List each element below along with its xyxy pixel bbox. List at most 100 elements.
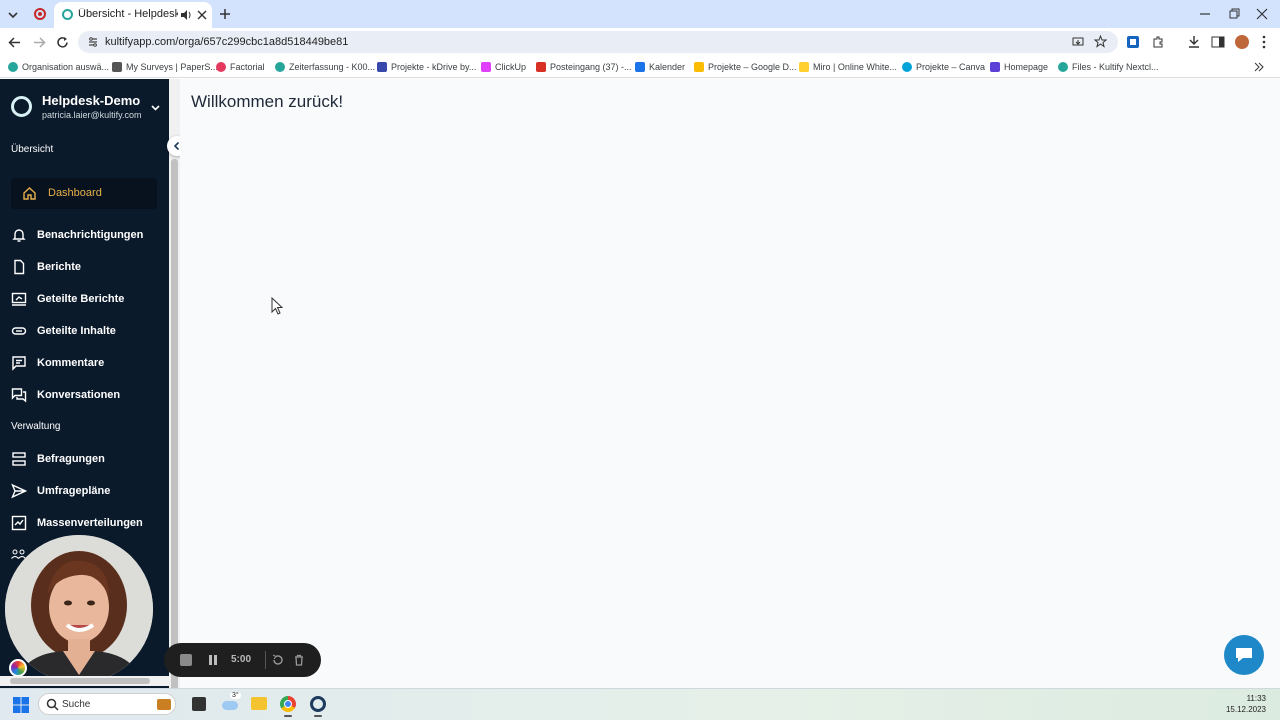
address-bar[interactable]: kultifyapp.com/orga/657c299cbc1a8d518449…	[78, 31, 1118, 53]
bookmark-star-icon[interactable]	[1094, 35, 1107, 48]
home-icon	[23, 187, 36, 200]
scrollbar-thumb[interactable]	[171, 159, 178, 699]
browser-toolbar: kultifyapp.com/orga/657c299cbc1a8d518449…	[0, 28, 1280, 56]
clock-date: 15.12.2023	[1225, 705, 1266, 714]
search-icon	[46, 698, 59, 711]
bookmark-item[interactable]: Zeiterfassung - K00...	[275, 60, 375, 74]
speaker-icon[interactable]	[180, 9, 192, 21]
bookmark-item[interactable]: Organisation auswä...	[8, 60, 109, 74]
minimize-icon[interactable]	[1199, 8, 1211, 20]
org-name[interactable]: Helpdesk-Demo	[42, 93, 140, 108]
sidebar-item-shared-reports[interactable]: Geteilte Berichte	[0, 283, 169, 315]
search-placeholder: Suche	[62, 699, 91, 710]
bookmark-item[interactable]: Kalender	[635, 60, 685, 74]
window-close-icon[interactable]	[1256, 8, 1268, 20]
sidebar-item-surveys[interactable]: Befragungen	[0, 443, 169, 475]
cloud-icon	[222, 701, 238, 710]
profile-avatar[interactable]	[1235, 35, 1249, 49]
install-app-icon[interactable]	[1072, 36, 1084, 48]
pause-icon[interactable]	[207, 654, 219, 666]
stop-recording-button[interactable]	[180, 654, 192, 666]
sidebar-item-notifications[interactable]: Benachrichtigungen	[0, 219, 169, 251]
taskbar-clock[interactable]: 11:33 15.12.2023	[1212, 693, 1266, 717]
taskbar-app-chrome[interactable]	[280, 696, 296, 712]
comment-icon	[12, 356, 26, 371]
bookmarks-bar: Organisation auswä... My Surveys | Paper…	[0, 56, 1280, 78]
shared-screen-icon	[11, 292, 27, 306]
more-bookmarks-icon[interactable]	[1253, 61, 1265, 73]
bookmark-favicon-icon	[216, 62, 226, 72]
url-text: kultifyapp.com/orga/657c299cbc1a8d518449…	[105, 36, 349, 48]
briefcase-icon	[157, 699, 171, 710]
taskbar-app-recorder[interactable]	[310, 696, 326, 712]
bookmark-item[interactable]: Projekte – Google D...	[694, 60, 797, 74]
bookmark-item[interactable]: Homepage	[990, 60, 1048, 74]
taskbar-app-explorer[interactable]	[251, 697, 267, 710]
user-email: patricia.laier@kultify.com	[42, 110, 142, 120]
bookmark-favicon-icon	[112, 62, 122, 72]
section-overview: Übersicht	[11, 144, 54, 155]
bookmark-favicon-icon	[481, 62, 491, 72]
tab-overview[interactable]: Übersicht - Helpdesk-Demo	[54, 2, 212, 28]
bookmark-favicon-icon	[990, 62, 1000, 72]
delete-icon[interactable]	[293, 654, 305, 666]
bookmark-favicon-icon	[799, 62, 809, 72]
distribution-icon	[11, 515, 27, 531]
tab-favicon-icon	[62, 9, 73, 20]
extensions-icon[interactable]	[1151, 35, 1165, 49]
sidebar-scrollbar[interactable]	[169, 79, 180, 699]
bookmark-favicon-icon	[1058, 62, 1068, 72]
presenter-video-image	[5, 535, 153, 683]
tab-close-icon[interactable]	[197, 10, 207, 20]
menu-kebab-icon[interactable]	[1261, 35, 1267, 49]
tab-search-button[interactable]	[6, 8, 20, 22]
sidebar-item-survey-plans[interactable]: Umfragepläne	[0, 475, 169, 507]
recording-tab-icon[interactable]	[34, 8, 46, 20]
download-icon[interactable]	[1187, 35, 1201, 49]
document-icon	[14, 259, 25, 275]
windows-start-icon[interactable]	[12, 696, 30, 714]
taskbar-search[interactable]: Suche	[38, 693, 176, 715]
bookmark-item[interactable]: Files - Kultify Nextcl...	[1058, 60, 1159, 74]
bookmark-item[interactable]: Projekte - kDrive by...	[377, 60, 476, 74]
site-info-icon[interactable]	[87, 36, 99, 48]
sidebar-horizontal-scrollbar[interactable]	[0, 676, 169, 686]
reload-icon[interactable]	[56, 36, 69, 49]
restore-icon[interactable]	[1228, 8, 1240, 20]
sidebar-item-mass-distribution[interactable]: Massenverteilungen	[0, 507, 169, 539]
taskbar-app-terminal[interactable]	[192, 697, 206, 711]
chat-bubble-icon	[1236, 648, 1252, 662]
bookmark-favicon-icon	[275, 62, 285, 72]
sidebar-item-reports[interactable]: Berichte	[0, 251, 169, 283]
bookmark-favicon-icon	[902, 62, 912, 72]
bookmark-item[interactable]: Miro | Online White...	[799, 60, 897, 74]
webcam-overlay[interactable]	[5, 535, 153, 683]
stack-icon	[12, 452, 26, 466]
sidebar-item-comments[interactable]: Kommentare	[0, 347, 169, 379]
back-icon[interactable]	[8, 36, 21, 49]
bookmark-item[interactable]: Factorial	[216, 60, 265, 74]
extension-kultify-icon[interactable]	[1126, 35, 1140, 49]
bell-icon	[12, 229, 26, 242]
sidebar-item-dashboard[interactable]: Dashboard	[11, 178, 157, 209]
org-switch-chevron-icon[interactable]	[150, 102, 161, 113]
bookmark-item[interactable]: My Surveys | PaperS...	[112, 60, 218, 74]
bookmark-favicon-icon	[635, 62, 645, 72]
link-icon	[11, 327, 27, 335]
sidebar-item-shared-content[interactable]: Geteilte Inhalte	[0, 315, 169, 347]
new-tab-icon[interactable]	[219, 8, 231, 20]
sidebar-item-conversations[interactable]: Konversationen	[0, 379, 169, 411]
org-logo	[11, 96, 32, 117]
chat-bubbles-icon	[11, 388, 27, 403]
taskbar-weather[interactable]: 3°	[222, 692, 241, 711]
bookmark-item[interactable]: ClickUp	[481, 60, 526, 74]
chat-support-button[interactable]	[1224, 635, 1264, 675]
section-administration: Verwaltung	[11, 421, 61, 432]
restart-icon[interactable]	[272, 654, 284, 666]
bookmark-favicon-icon	[694, 62, 704, 72]
bookmark-item[interactable]: Projekte – Canva	[902, 60, 985, 74]
side-panel-icon[interactable]	[1211, 35, 1225, 49]
forward-icon[interactable]	[33, 36, 46, 49]
browser-tab-strip: Übersicht - Helpdesk-Demo	[0, 0, 1280, 28]
bookmark-item[interactable]: Posteingang (37) -...	[536, 60, 632, 74]
